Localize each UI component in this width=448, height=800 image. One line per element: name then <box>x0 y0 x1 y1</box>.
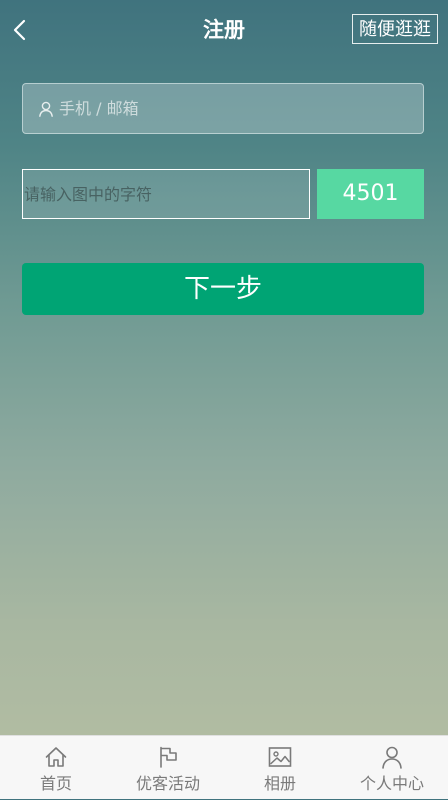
tab-album-label: 相册 <box>263 774 296 793</box>
account-field[interactable] <box>22 83 424 134</box>
tab-album[interactable]: 相册 <box>224 736 336 800</box>
user-icon <box>39 101 53 117</box>
tab-profile[interactable]: 个人中心 <box>336 736 448 800</box>
tab-activities-label: 优客活动 <box>135 774 200 793</box>
image-icon <box>268 747 292 767</box>
tab-profile-label: 个人中心 <box>359 774 424 793</box>
person-icon <box>382 746 402 769</box>
account-input[interactable] <box>59 84 419 133</box>
browse-button[interactable]: 随便逛逛 <box>352 14 438 44</box>
tab-activities[interactable]: 优客活动 <box>112 736 224 800</box>
next-step-button[interactable]: 下一步 <box>22 263 424 315</box>
bottom-tabbar: 首页 优客活动 相册 个人中心 <box>0 735 448 799</box>
flag-icon <box>160 746 177 768</box>
captcha-field[interactable] <box>22 169 310 219</box>
tab-home[interactable]: 首页 <box>0 736 112 800</box>
captcha-code-button[interactable]: 4501 <box>317 169 424 219</box>
header-bar: 注册 随便逛逛 <box>0 0 448 60</box>
home-icon <box>45 747 67 767</box>
tab-home-label: 首页 <box>39 774 72 793</box>
captcha-input[interactable] <box>23 170 304 218</box>
